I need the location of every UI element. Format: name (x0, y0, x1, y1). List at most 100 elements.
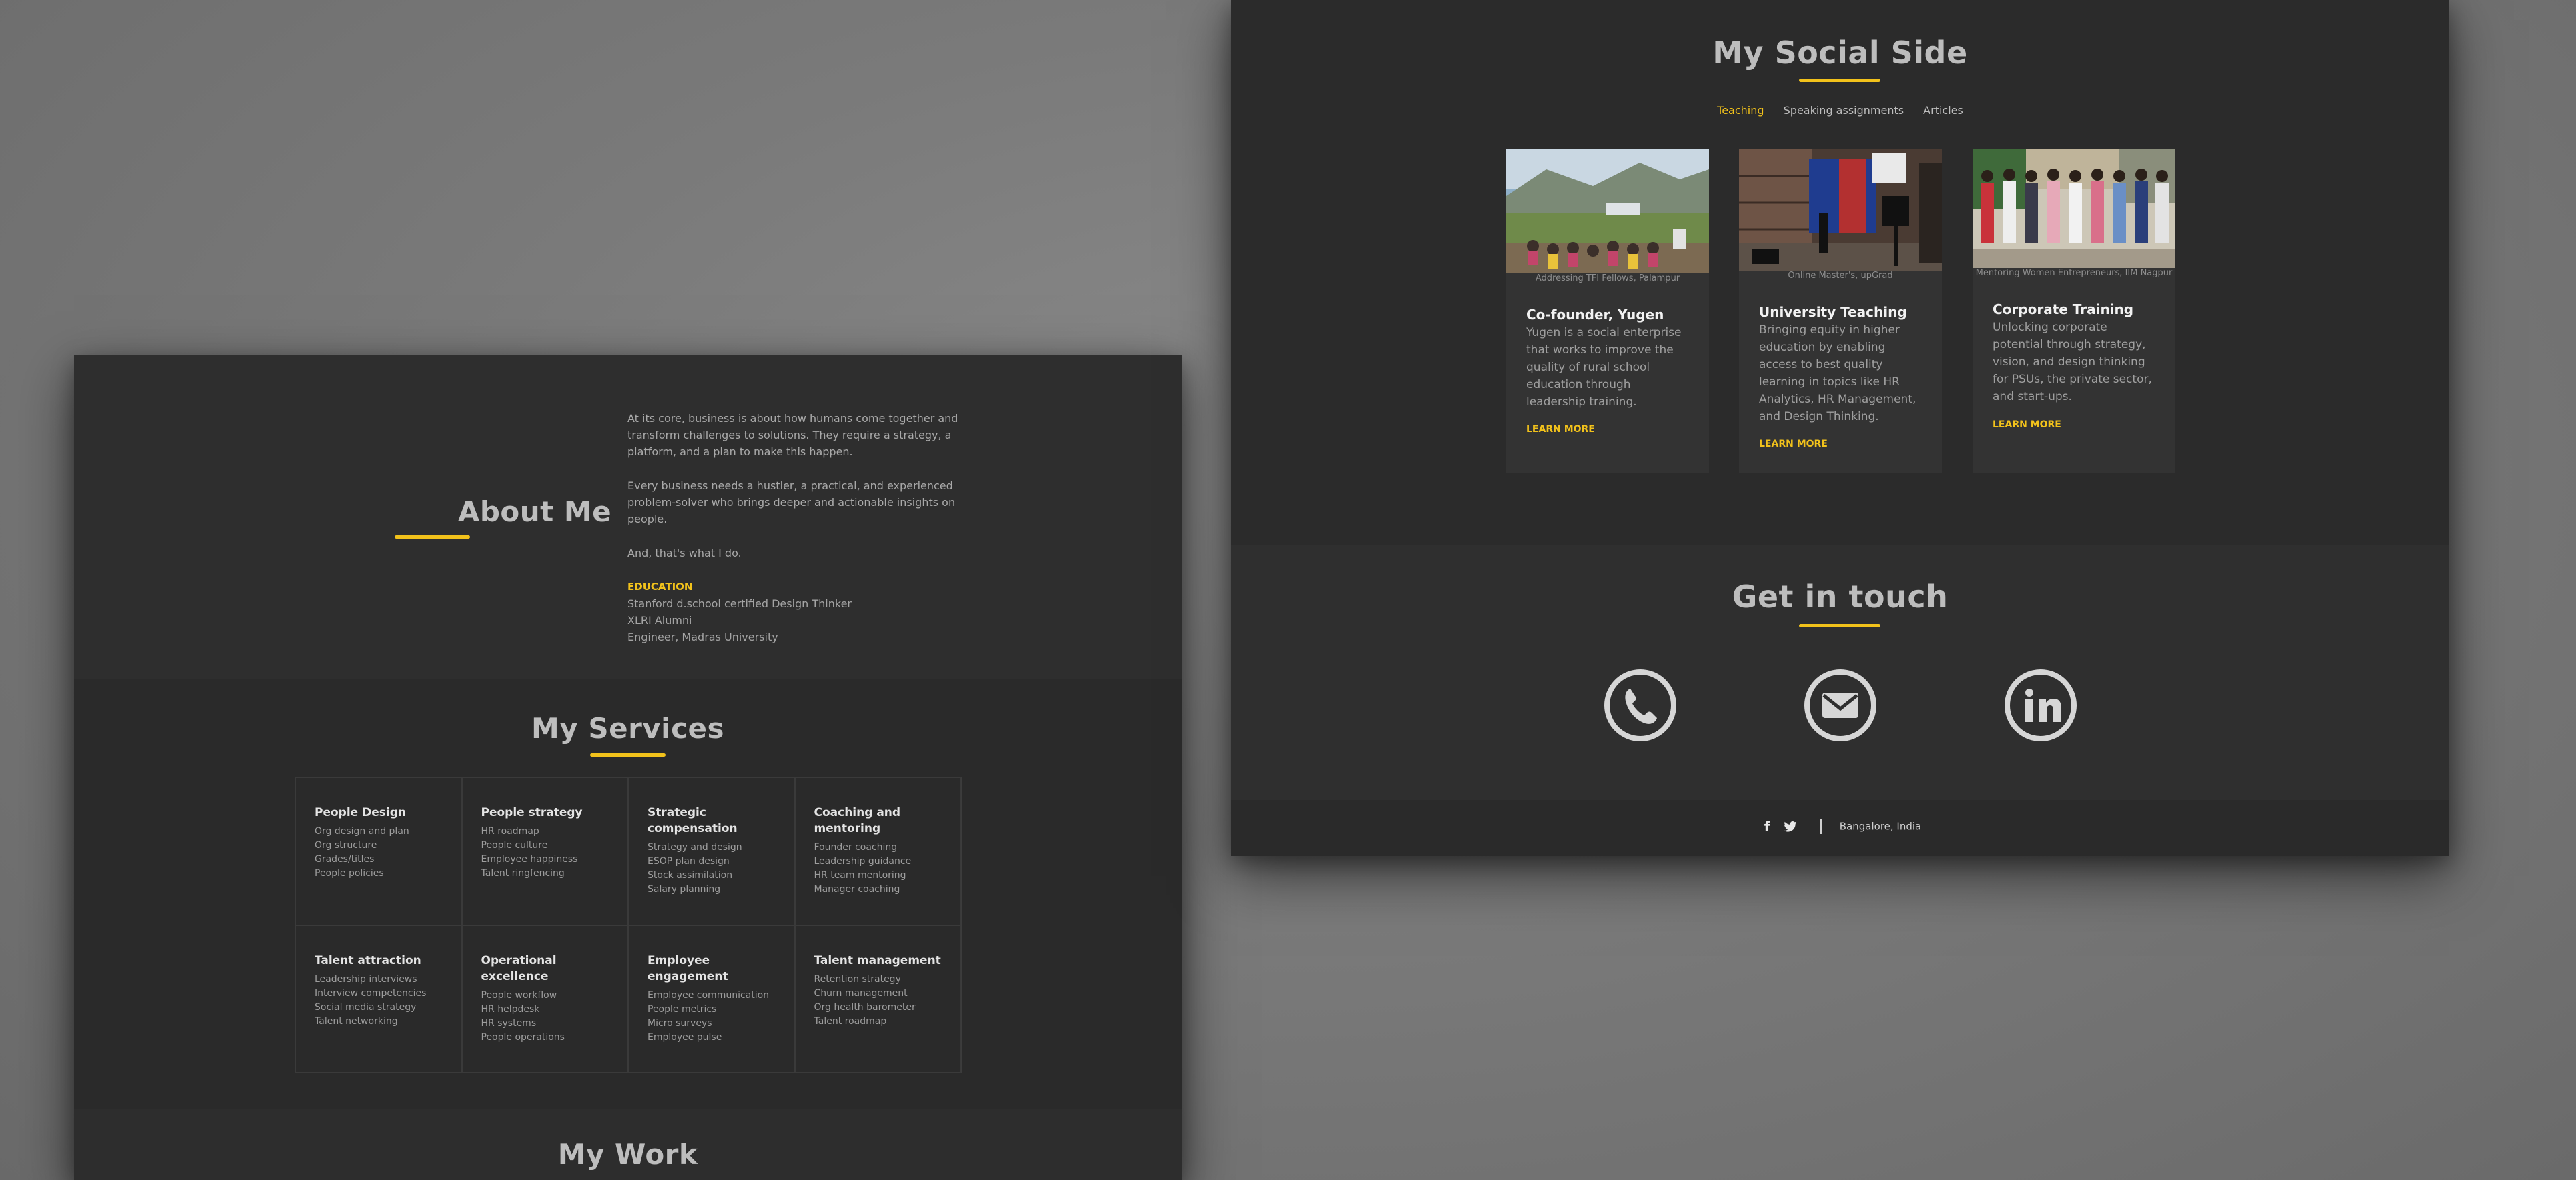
card-caption: Online Master's, upGrad (1788, 271, 1893, 281)
service-title: Coaching and mentoring (814, 806, 901, 835)
service-item: Stock assimilation (648, 870, 733, 881)
work-title: My Work (557, 1138, 698, 1171)
service-item: Churn management (814, 987, 908, 999)
service-title: Talent management (814, 953, 941, 967)
service-item: Leadership guidance (814, 856, 912, 867)
service-card: Employee engagement Employee communicati… (628, 925, 795, 1073)
service-card: Operational excellence People workflow H… (461, 925, 628, 1073)
facebook-icon[interactable]: f (1764, 819, 1770, 835)
service-card: Talent management Retention strategy Chu… (794, 925, 961, 1073)
education-label: EDUCATION (627, 581, 693, 593)
teaching-photo (1739, 149, 1942, 271)
service-item: Employee happiness (481, 854, 578, 865)
service-title: Employee engagement (648, 953, 728, 983)
service-item: People operations (481, 1031, 565, 1043)
footer-content: f Bangalore, India (1231, 819, 2449, 835)
service-title: Talent attraction (315, 953, 421, 967)
card-description: Unlocking corporate potential through st… (1993, 321, 2152, 403)
card-description: Yugen is a social enterprise that works … (1526, 326, 1682, 409)
email-icon[interactable] (1804, 669, 1877, 742)
tab-speaking-assignments[interactable]: Speaking assignments (1784, 104, 1904, 117)
service-item: HR roadmap (481, 826, 539, 837)
location-text: Bangalore, India (1839, 820, 1922, 833)
service-item: Leadership interviews (315, 973, 417, 985)
social-title: My Social Side (1712, 35, 1968, 71)
teaching-photo (1506, 149, 1709, 273)
service-item: ESOP plan design (648, 856, 730, 867)
service-item: Employee communication (648, 989, 770, 1001)
service-item: People workflow (481, 989, 557, 1001)
card-title: Co-founder, Yugen (1526, 307, 1664, 323)
education-line: XLRI Alumni (627, 614, 692, 627)
services-title-underline (590, 753, 666, 757)
service-item: Talent roadmap (814, 1015, 887, 1027)
card-title: Corporate Training (1993, 301, 2134, 317)
service-item: People policies (315, 868, 384, 879)
service-title: People strategy (481, 806, 583, 819)
footer: f Bangalore, India (1231, 800, 2449, 856)
about-text: At its core, business is about how human… (627, 410, 961, 645)
about-paragraph-1: At its core, business is about how human… (627, 412, 958, 458)
left-page-panel: About Me At its core, business is about … (74, 355, 1182, 1180)
learn-more-link[interactable]: LEARN MORE (1526, 424, 1595, 435)
service-item: Talent networking (315, 1015, 398, 1027)
social-card: Online Master's, upGrad University Teach… (1739, 149, 1942, 473)
services-grid: People Design Org design and plan Org st… (295, 777, 962, 1073)
card-title: University Teaching (1759, 304, 1907, 320)
service-item: Salary planning (648, 884, 721, 895)
right-page-panel: My Social Side Teaching Speaking assignm… (1231, 0, 2449, 856)
about-title-underline (395, 535, 470, 539)
card-caption: Addressing TFI Fellows, Palampur (1535, 273, 1680, 283)
contact-section: Get in touch (1231, 545, 2449, 800)
service-title: Strategic compensation (648, 806, 738, 835)
service-item: Employee pulse (648, 1031, 722, 1043)
footer-divider (1820, 819, 1822, 834)
social-title-underline (1799, 79, 1880, 82)
service-item: Retention strategy (814, 973, 901, 985)
service-item: People metrics (648, 1003, 717, 1015)
service-item: Grades/titles (315, 854, 375, 865)
twitter-icon[interactable] (1784, 821, 1797, 832)
work-section: My Work (74, 1109, 1182, 1180)
service-item: Org structure (315, 840, 377, 851)
education-line: Stanford d.school certified Design Think… (627, 597, 852, 610)
social-section: My Social Side Teaching Speaking assignm… (1231, 0, 2449, 545)
card-description: Bringing equity in higher education by e… (1759, 323, 1916, 423)
service-item: Strategy and design (648, 842, 742, 853)
services-title: My Services (531, 712, 724, 745)
service-item: Manager coaching (814, 884, 900, 895)
learn-more-link[interactable]: LEARN MORE (1993, 419, 2061, 430)
about-paragraph-2: Every business needs a hustler, a practi… (627, 479, 956, 525)
service-item: HR systems (481, 1017, 537, 1029)
tab-articles[interactable]: Articles (1923, 104, 1963, 117)
service-item: Micro surveys (648, 1017, 712, 1029)
linkedin-icon[interactable] (2004, 669, 2077, 742)
social-tabs: Teaching Speaking assignments Articles (1231, 104, 2449, 117)
service-item: Interview competencies (315, 987, 427, 999)
service-item: Social media strategy (315, 1001, 417, 1013)
service-title: People Design (315, 806, 406, 819)
phone-icon[interactable] (1604, 669, 1677, 742)
service-card: Talent attraction Leadership interviews … (295, 925, 462, 1073)
service-item: Org health barometer (814, 1001, 916, 1013)
service-card: Coaching and mentoring Founder coaching … (794, 777, 961, 925)
service-card: People Design Org design and plan Org st… (295, 777, 462, 925)
service-item: Org design and plan (315, 826, 409, 837)
card-caption: Mentoring Women Entrepreneurs, IIM Nagpu… (1975, 268, 2173, 278)
service-item: HR team mentoring (814, 870, 906, 881)
service-item: HR helpdesk (481, 1003, 540, 1015)
learn-more-link[interactable]: LEARN MORE (1759, 439, 1828, 449)
social-card: Mentoring Women Entrepreneurs, IIM Nagpu… (1973, 149, 2175, 473)
services-section: My Services People Design Org design and… (74, 679, 1182, 1109)
teaching-photo (1973, 149, 2175, 268)
education-line: Engineer, Madras University (627, 631, 778, 643)
tab-teaching[interactable]: Teaching (1717, 104, 1764, 117)
social-card: Addressing TFI Fellows, Palampur Co-foun… (1506, 149, 1709, 473)
service-card: Strategic compensation Strategy and desi… (628, 777, 795, 925)
service-card: People strategy HR roadmap People cultur… (461, 777, 628, 925)
about-section: About Me At its core, business is about … (74, 355, 1182, 679)
contact-title: Get in touch (1732, 579, 1949, 615)
service-item: People culture (481, 840, 548, 851)
service-item: Talent ringfencing (481, 868, 565, 879)
service-item: Founder coaching (814, 842, 898, 853)
